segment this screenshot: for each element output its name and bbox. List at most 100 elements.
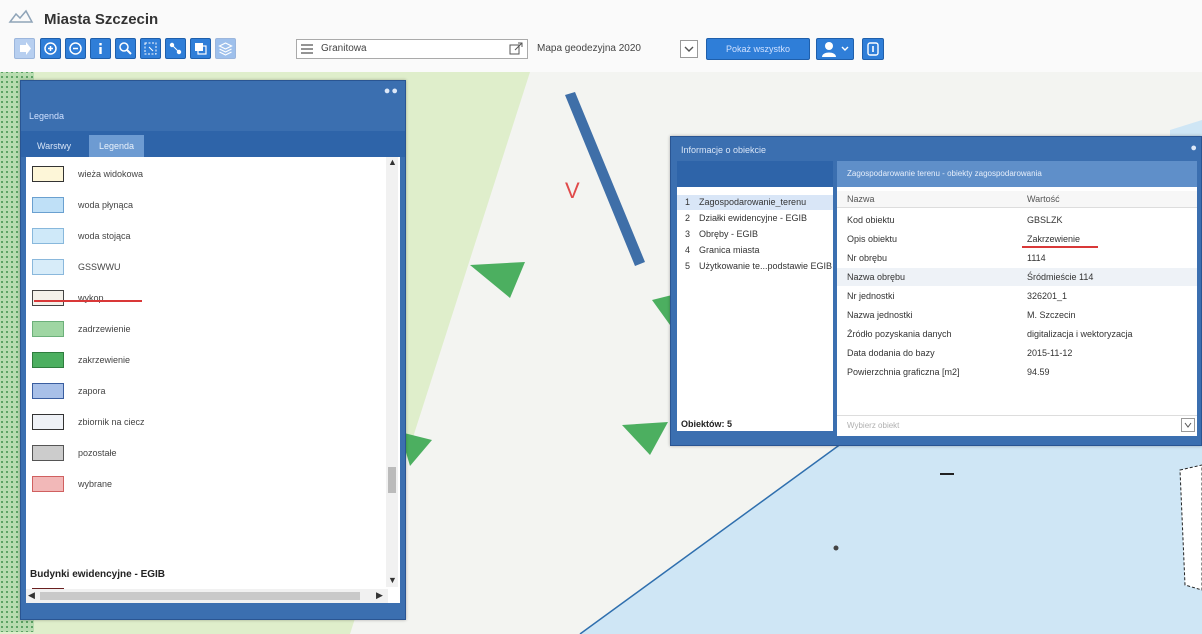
legend-swatch	[32, 383, 64, 399]
object-info-window[interactable]: Informacje o obiekcie ● 1 Zagospodarowani…	[670, 136, 1202, 446]
zoom-in-button[interactable]	[40, 38, 61, 59]
legend-item-label: wybrane	[78, 479, 113, 489]
legend-window-title: Legenda	[29, 111, 65, 121]
legend-list[interactable]: wieża widokowa woda płynąca woda stojąca GS…	[26, 157, 400, 603]
external-link-icon[interactable]	[509, 42, 523, 56]
app-title: Miasta Szczecin	[44, 11, 159, 28]
info-details: Zagospodarowanie terenu - obiekty zagosp…	[837, 161, 1197, 436]
measure-button[interactable]	[165, 38, 186, 59]
info-layer-list[interactable]: 1 Zagospodarowanie_terenu 2 Działki ewidenc…	[677, 161, 833, 431]
zoom-in-icon	[44, 42, 57, 55]
info-details-title: Zagospodarowanie terenu - obiekty zagosp…	[847, 169, 1042, 178]
legend-horizontal-scrollbar[interactable]: ◀ ▶	[26, 589, 388, 603]
handwritten-mark: V	[565, 178, 580, 203]
info-footer: Wybierz obiekt	[837, 415, 1197, 436]
chevron-down-icon	[1184, 422, 1192, 428]
search-button[interactable]	[115, 38, 136, 59]
info-property-row: Opis obiektu Zakrzewienie	[837, 230, 1197, 248]
legend-tabs: Warstwy Legenda	[21, 131, 405, 157]
scroll-left-icon[interactable]: ◀	[28, 590, 35, 601]
menu-icon	[301, 44, 313, 54]
info-column-headers: Nazwa Wartość	[837, 191, 1197, 208]
info-layer-list-header	[677, 161, 833, 187]
info-layer-item[interactable]: 5 Użytkowanie te...podstawie EGIB	[677, 259, 833, 274]
legend-swatch	[32, 476, 64, 492]
info-layer-item[interactable]: 2 Działki ewidencyjne - EGIB	[677, 211, 833, 226]
show-all-button[interactable]: Pokaż wszystko	[706, 38, 810, 60]
legend-vertical-scrollbar[interactable]: ▲ ▼	[386, 157, 398, 587]
info-details-header: Zagospodarowanie terenu - obiekty zagosp…	[837, 161, 1197, 187]
footer-dropdown[interactable]	[1181, 418, 1195, 432]
legend-group-title: Budynki ewidencyjne - EGIB	[30, 569, 166, 580]
info-button[interactable]	[90, 38, 111, 59]
legend-swatch	[32, 321, 64, 337]
info-layer-label: Obręby - EGIB	[699, 229, 759, 239]
info-layer-number: 1	[685, 197, 691, 207]
zoom-out-button[interactable]	[65, 38, 86, 59]
map-point	[833, 545, 839, 551]
select-area-icon	[144, 42, 157, 55]
info-layer-item[interactable]: 1 Zagospodarowanie_terenu	[677, 195, 833, 210]
scroll-down-icon[interactable]: ▼	[388, 575, 397, 585]
legend-item: pozostałe	[26, 442, 386, 466]
layers-copy-button[interactable]	[190, 38, 211, 59]
info-layer-label: Granica miasta	[699, 245, 760, 255]
property-value: GBSLZK	[1027, 215, 1063, 225]
scroll-thumb[interactable]	[40, 592, 360, 600]
pan-button[interactable]	[14, 38, 35, 59]
property-name: Nazwa jednostki	[847, 310, 913, 320]
legend-swatch	[32, 259, 64, 275]
scroll-right-icon[interactable]: ▶	[376, 590, 383, 601]
property-value: 94.59	[1027, 367, 1050, 377]
info-layer-item[interactable]: 4 Granica miasta	[677, 243, 833, 258]
legend-swatch	[32, 414, 64, 430]
info-layer-number: 3	[685, 229, 691, 239]
property-name: Źródło pozyskania danych	[847, 329, 952, 339]
info-property-row: Nazwa jednostki M. Szczecin	[837, 306, 1197, 324]
layer-select[interactable]: Granitowa	[296, 39, 528, 59]
property-value: Zakrzewienie	[1027, 234, 1081, 244]
legend-swatch	[32, 197, 64, 213]
tab-warstwy[interactable]: Warstwy	[27, 135, 81, 157]
legend-item: zakrzewienie	[26, 349, 386, 373]
annotation-underline	[1022, 246, 1098, 248]
info-property-row: Nr jednostki 326201_1	[837, 287, 1197, 305]
info-layer-number: 2	[685, 213, 691, 223]
legend-item: woda stojąca	[26, 225, 386, 249]
legend-item-label: GSSWWU	[78, 262, 121, 272]
user-menu-button[interactable]	[816, 38, 854, 60]
info-layer-number: 5	[685, 261, 691, 271]
property-value: digitalizacja i wektoryzacja	[1027, 329, 1133, 339]
legend-swatch	[32, 290, 64, 306]
legend-window[interactable]: ●● Legenda Warstwy Legenda wieża widokow…	[20, 80, 406, 620]
info-property-row: Data dodania do bazy 2015-11-12	[837, 344, 1197, 362]
basemap-dropdown[interactable]	[680, 40, 698, 58]
info-property-row: Powierzchnia graficzna [m2] 94.59	[837, 363, 1197, 381]
help-icon	[867, 42, 879, 56]
select-area-button[interactable]	[140, 38, 161, 59]
layers-button[interactable]	[215, 38, 236, 59]
legend-item-label: woda stojąca	[78, 231, 131, 241]
footer-placeholder: Wybierz obiekt	[847, 421, 900, 430]
property-value: 1114	[1027, 253, 1046, 263]
help-button[interactable]	[862, 38, 884, 60]
pan-icon	[20, 42, 31, 55]
legend-swatch	[32, 445, 64, 461]
legend-window-controls[interactable]: ●●	[384, 85, 399, 97]
scroll-up-icon[interactable]: ▲	[388, 157, 397, 167]
close-icon[interactable]: ●	[1190, 142, 1197, 154]
annotation-underline	[34, 300, 142, 302]
measure-icon	[169, 42, 182, 55]
property-name: Nr jednostki	[847, 291, 895, 301]
legend-item: zadrzewienie	[26, 318, 386, 342]
legend-item: wykop	[26, 287, 386, 311]
tab-legenda[interactable]: Legenda	[89, 135, 145, 157]
property-value: M. Szczecin	[1027, 310, 1076, 320]
info-layer-label: Zagospodarowanie_terenu	[699, 197, 807, 207]
zoom-out-icon	[69, 42, 82, 55]
legend-swatch	[32, 166, 64, 182]
scroll-thumb[interactable]	[388, 467, 396, 493]
legend-item: wybrane	[26, 473, 386, 497]
close-icon[interactable]: ●	[391, 85, 399, 97]
info-layer-item[interactable]: 3 Obręby - EGIB	[677, 227, 833, 242]
